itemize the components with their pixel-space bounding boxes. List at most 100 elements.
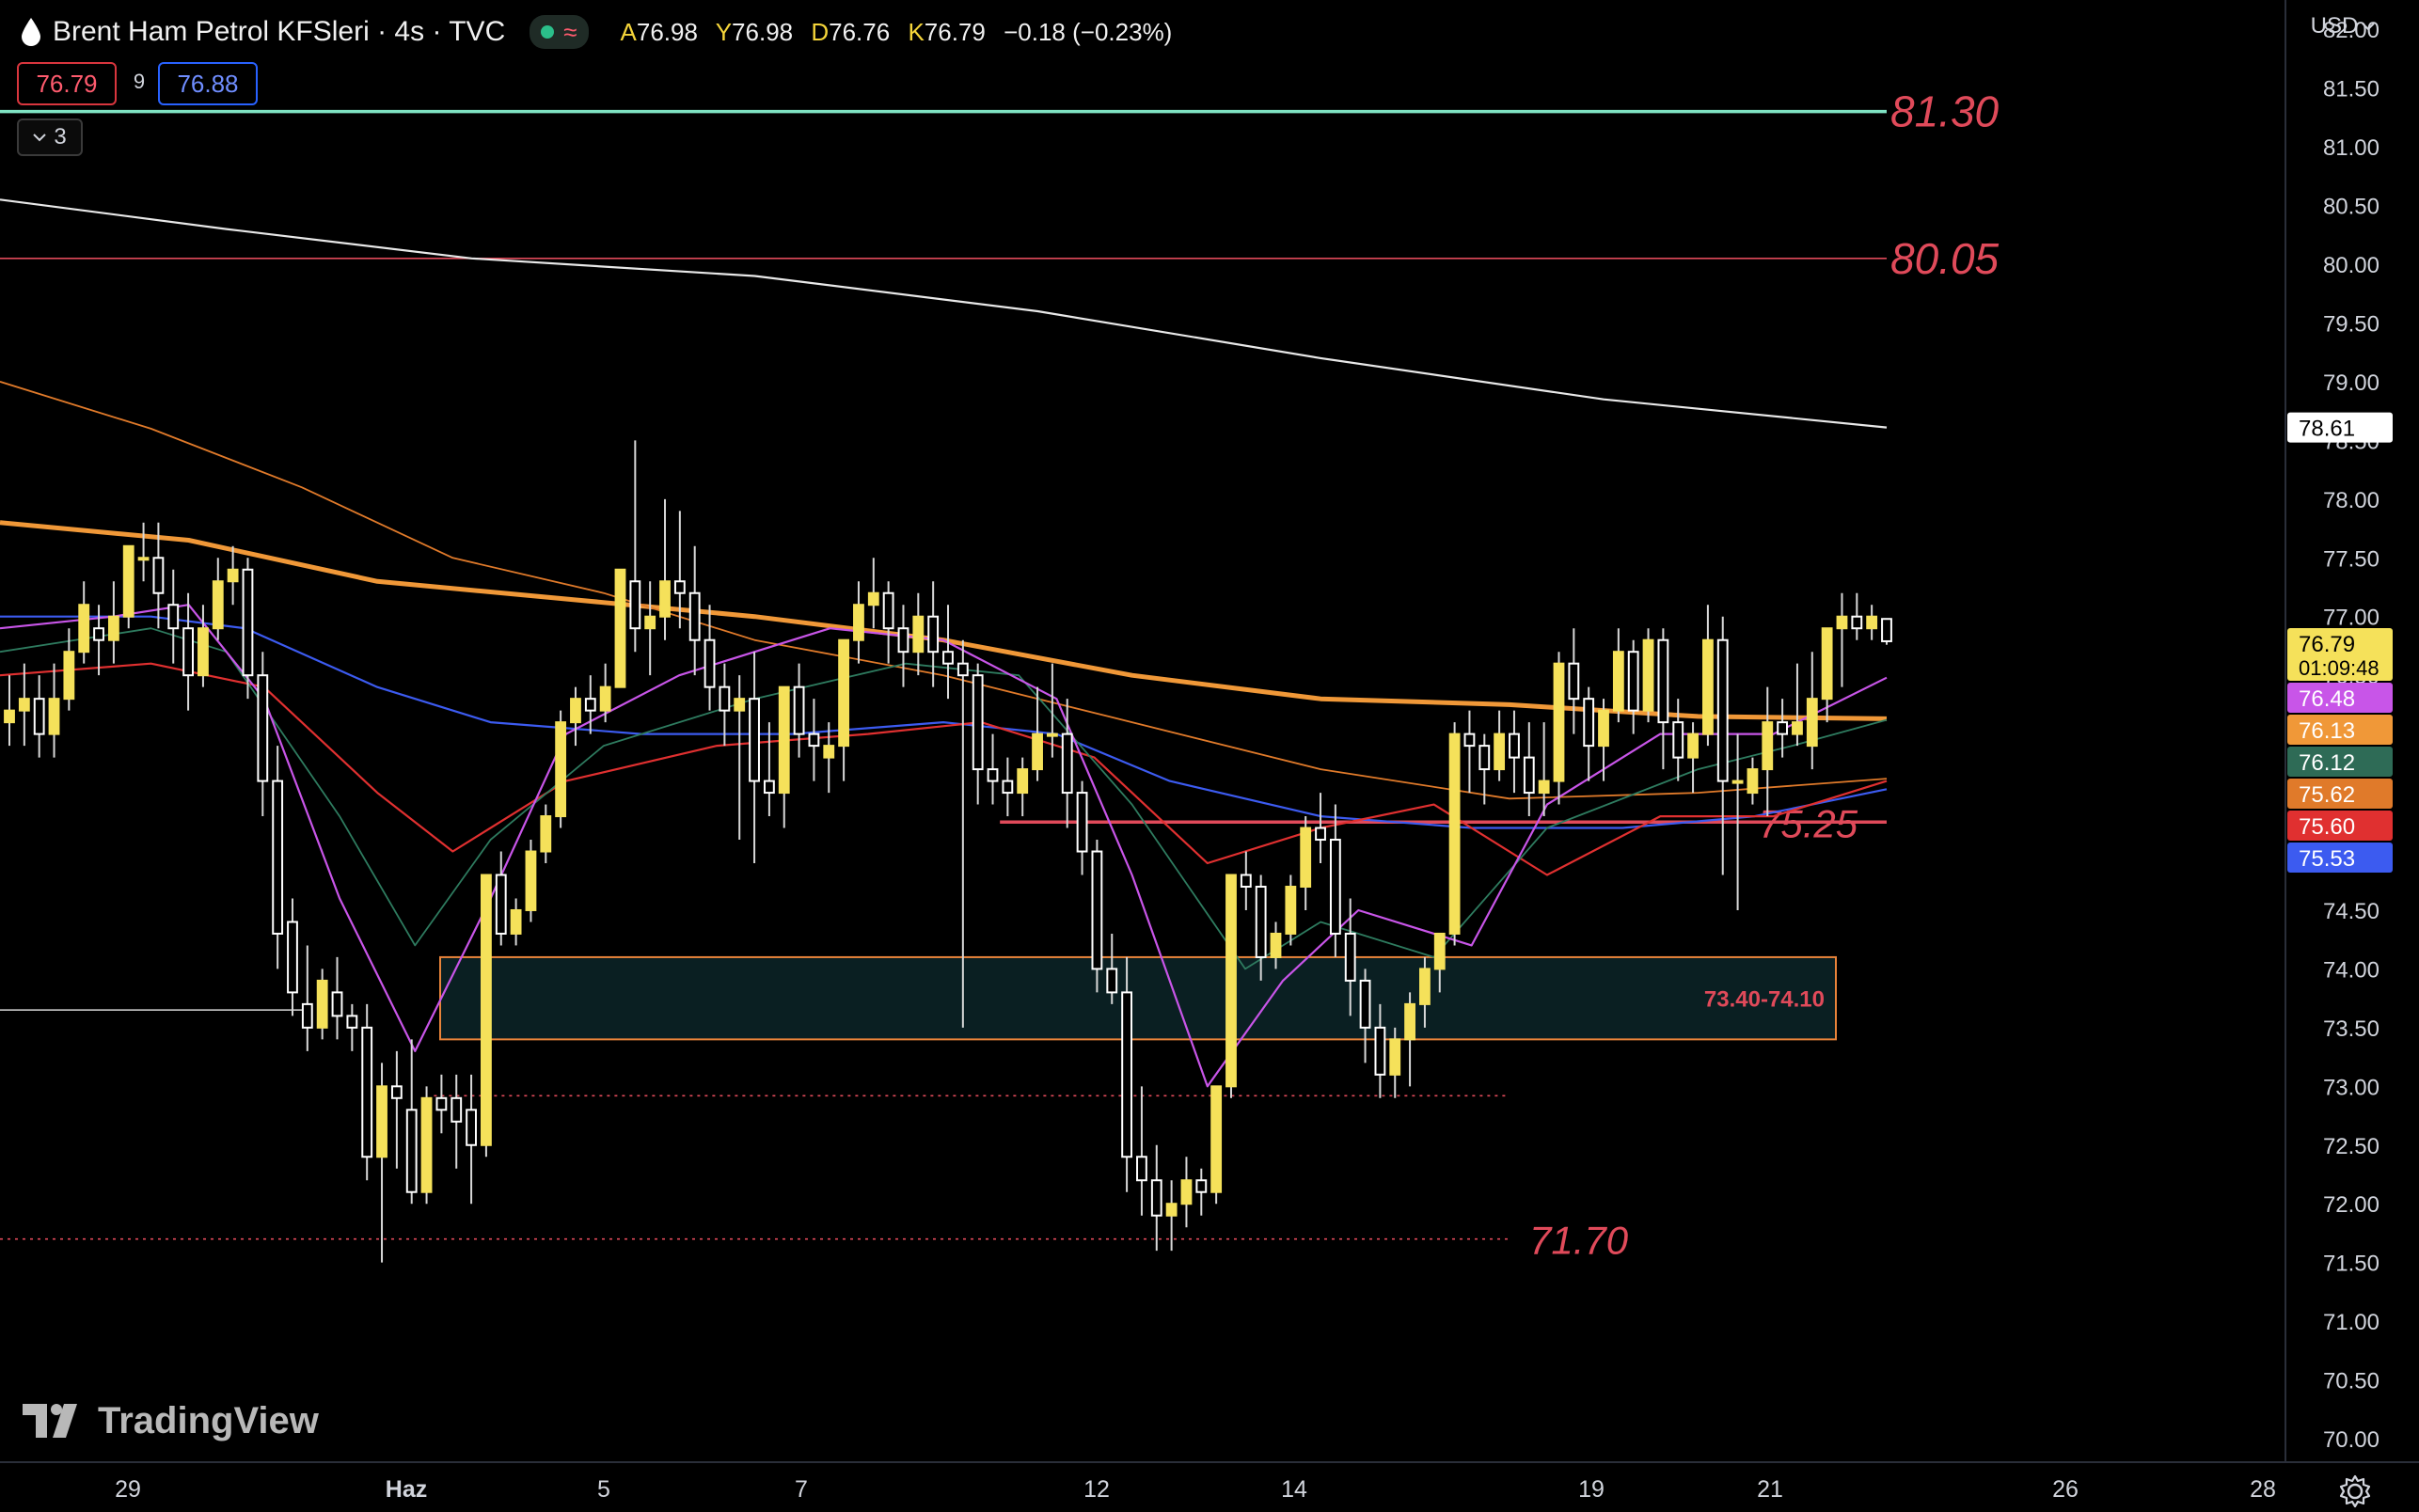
candle[interactable] bbox=[257, 674, 269, 782]
candle[interactable] bbox=[1701, 638, 1714, 735]
candle[interactable] bbox=[1433, 932, 1446, 970]
candle[interactable] bbox=[1523, 756, 1535, 795]
candle[interactable] bbox=[1270, 932, 1282, 958]
candle[interactable] bbox=[1374, 1026, 1386, 1076]
candle[interactable] bbox=[63, 651, 75, 701]
candle[interactable] bbox=[525, 850, 537, 911]
candle[interactable] bbox=[1255, 885, 1267, 958]
candle[interactable] bbox=[644, 615, 656, 630]
candle[interactable] bbox=[167, 604, 180, 630]
candle[interactable] bbox=[1046, 732, 1058, 737]
candle[interactable] bbox=[1538, 780, 1550, 795]
buy-button[interactable]: 76.88 bbox=[158, 62, 258, 105]
candle[interactable] bbox=[972, 674, 984, 771]
candle[interactable] bbox=[1225, 874, 1237, 1088]
candle[interactable] bbox=[227, 568, 239, 583]
candle[interactable] bbox=[390, 1085, 403, 1099]
candle[interactable] bbox=[555, 721, 567, 818]
candle[interactable] bbox=[1404, 1002, 1415, 1041]
candle[interactable] bbox=[1478, 745, 1491, 771]
tradingview-logo[interactable]: TradingView bbox=[23, 1395, 319, 1446]
candle[interactable] bbox=[1836, 615, 1848, 630]
candle[interactable] bbox=[33, 698, 45, 735]
candle[interactable] bbox=[882, 591, 894, 630]
candle[interactable] bbox=[1494, 732, 1506, 771]
candle[interactable] bbox=[510, 908, 522, 935]
candle[interactable] bbox=[749, 698, 760, 782]
candle[interactable] bbox=[1553, 662, 1565, 782]
candle[interactable] bbox=[912, 615, 925, 654]
candle[interactable] bbox=[1076, 792, 1088, 853]
symbol-title[interactable]: Brent Ham Petrol KFSleri · 4s · TVC bbox=[53, 16, 505, 48]
candle[interactable] bbox=[1359, 979, 1371, 1029]
settings-gear-icon[interactable] bbox=[2336, 1473, 2374, 1510]
candle[interactable] bbox=[1747, 768, 1759, 795]
candle[interactable] bbox=[853, 604, 864, 641]
candle[interactable] bbox=[1315, 827, 1326, 842]
candle[interactable] bbox=[1091, 850, 1103, 970]
candle[interactable] bbox=[361, 1026, 373, 1158]
candle[interactable] bbox=[927, 615, 940, 654]
candle[interactable] bbox=[1136, 1156, 1147, 1182]
candle[interactable] bbox=[1881, 618, 1892, 642]
candle[interactable] bbox=[584, 698, 596, 712]
candle[interactable] bbox=[1106, 968, 1118, 994]
candle[interactable] bbox=[1017, 768, 1029, 795]
currency-selector[interactable]: USD bbox=[2300, 9, 2385, 43]
candle[interactable] bbox=[1165, 1203, 1178, 1217]
candle[interactable] bbox=[331, 991, 343, 1017]
candle[interactable] bbox=[1821, 627, 1833, 701]
candle[interactable] bbox=[599, 685, 611, 712]
candle[interactable] bbox=[1419, 968, 1431, 1005]
candle[interactable] bbox=[495, 874, 507, 935]
candle[interactable] bbox=[1210, 1085, 1223, 1193]
candle[interactable] bbox=[1806, 698, 1818, 748]
candle[interactable] bbox=[793, 685, 805, 735]
candle[interactable] bbox=[48, 698, 60, 735]
candle[interactable] bbox=[867, 591, 879, 606]
candle[interactable] bbox=[1583, 698, 1595, 748]
candle[interactable] bbox=[957, 662, 969, 677]
price-chart[interactable]: 73.40-74.1081.3080.0575.2571.7082.0081.5… bbox=[0, 0, 2419, 1512]
candle[interactable] bbox=[1448, 732, 1461, 935]
candle[interactable] bbox=[1657, 638, 1669, 724]
candle[interactable] bbox=[1687, 732, 1699, 759]
candle[interactable] bbox=[466, 1109, 477, 1146]
candle[interactable] bbox=[4, 709, 15, 724]
market-status-pill[interactable]: ≈ bbox=[530, 15, 589, 49]
candle[interactable] bbox=[122, 544, 134, 618]
candle[interactable] bbox=[734, 698, 746, 712]
candle[interactable] bbox=[152, 557, 165, 594]
candle[interactable] bbox=[481, 874, 492, 1146]
candle[interactable] bbox=[673, 580, 686, 594]
candle[interactable] bbox=[942, 651, 954, 665]
candle[interactable] bbox=[1285, 885, 1297, 935]
candle[interactable] bbox=[1627, 651, 1639, 712]
candle[interactable] bbox=[719, 685, 731, 712]
candle[interactable] bbox=[1568, 662, 1580, 701]
candle[interactable] bbox=[376, 1085, 387, 1158]
candle[interactable] bbox=[405, 1109, 418, 1193]
candle[interactable] bbox=[823, 745, 835, 759]
candle[interactable] bbox=[316, 979, 328, 1029]
candle[interactable] bbox=[1762, 721, 1774, 771]
candle[interactable] bbox=[570, 698, 581, 724]
sell-button[interactable]: 76.79 bbox=[17, 62, 117, 105]
candle[interactable] bbox=[1463, 732, 1476, 748]
candle[interactable] bbox=[838, 638, 850, 748]
candle[interactable] bbox=[451, 1096, 463, 1123]
candle[interactable] bbox=[1612, 651, 1624, 712]
candle[interactable] bbox=[435, 1096, 448, 1111]
candle[interactable] bbox=[1792, 721, 1803, 735]
candle[interactable] bbox=[1509, 732, 1520, 759]
candle[interactable] bbox=[1329, 839, 1341, 935]
candle[interactable] bbox=[1851, 615, 1863, 630]
candle[interactable] bbox=[1032, 732, 1043, 771]
candle[interactable] bbox=[1061, 732, 1073, 795]
candle[interactable] bbox=[897, 627, 909, 654]
candle[interactable] bbox=[1240, 874, 1252, 888]
candle[interactable] bbox=[1150, 1179, 1162, 1217]
candle[interactable] bbox=[78, 604, 90, 654]
candle[interactable] bbox=[688, 591, 701, 641]
candle[interactable] bbox=[763, 780, 775, 795]
